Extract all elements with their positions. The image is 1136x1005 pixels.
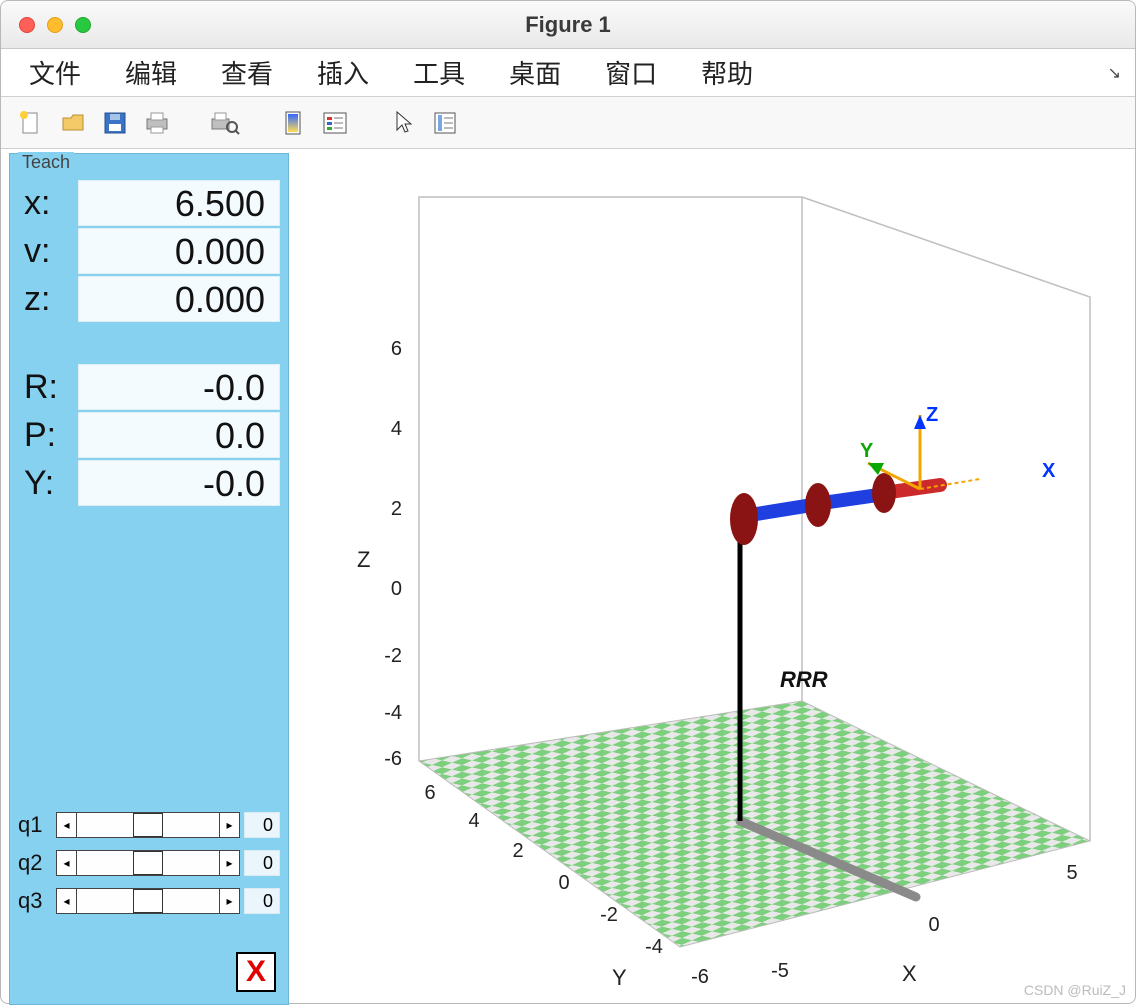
value-pitch: 0.0	[78, 412, 280, 458]
label-x: x:	[18, 184, 78, 223]
menu-window[interactable]: 窗口	[583, 52, 679, 93]
slider-value-q3: 0	[244, 888, 280, 914]
label-roll: R:	[18, 368, 78, 407]
new-file-icon[interactable]	[13, 105, 49, 141]
dock-arrow-icon[interactable]: ↘	[1108, 63, 1121, 83]
data-cursor-icon[interactable]	[427, 105, 463, 141]
minimize-icon[interactable]	[47, 17, 63, 33]
slider-label-q3: q3	[18, 888, 52, 914]
z-axis-label: Z	[357, 547, 370, 572]
slider-q2-dec-icon[interactable]: ◂	[57, 851, 77, 875]
menu-edit[interactable]: 编辑	[103, 52, 199, 93]
svg-text:-4: -4	[384, 702, 402, 724]
svg-text:-5: -5	[771, 960, 789, 982]
label-y: v:	[18, 232, 78, 271]
window-title: Figure 1	[1, 12, 1135, 38]
print-icon[interactable]	[139, 105, 175, 141]
svg-text:-6: -6	[384, 748, 402, 770]
svg-text:2: 2	[512, 840, 523, 862]
svg-text:0: 0	[558, 872, 569, 894]
slider-q2[interactable]: ◂ ▸	[56, 850, 240, 876]
zoom-icon[interactable]	[75, 17, 91, 33]
svg-text:Y: Y	[860, 440, 874, 462]
svg-text:2: 2	[391, 498, 402, 520]
menu-view[interactable]: 查看	[199, 52, 295, 93]
svg-text:4: 4	[468, 810, 479, 832]
svg-text:-2: -2	[600, 904, 618, 926]
pointer-icon[interactable]	[385, 105, 421, 141]
robot-name-label: RRR	[780, 667, 828, 692]
menu-tools[interactable]: 工具	[391, 52, 487, 93]
svg-text:Z: Z	[926, 404, 938, 426]
exit-button[interactable]: X	[236, 952, 276, 992]
save-file-icon[interactable]	[97, 105, 133, 141]
slider-q1-dec-icon[interactable]: ◂	[57, 813, 77, 837]
teach-panel: Teach x: 6.500 v: 0.000 z: 0.000 R: -0.0…	[9, 153, 289, 1005]
toolbar	[1, 97, 1135, 149]
menu-help[interactable]: 帮助	[679, 52, 775, 93]
slider-q2-thumb[interactable]	[133, 851, 163, 875]
slider-q2-inc-icon[interactable]: ▸	[219, 851, 239, 875]
teach-panel-title: Teach	[18, 152, 74, 173]
slider-q1-thumb[interactable]	[133, 813, 163, 837]
slider-label-q1: q1	[18, 812, 52, 838]
label-z: z:	[18, 280, 78, 319]
menu-file[interactable]: 文件	[7, 52, 103, 93]
slider-q1[interactable]: ◂ ▸	[56, 812, 240, 838]
slider-q3-dec-icon[interactable]: ◂	[57, 889, 77, 913]
slider-value-q1: 0	[244, 812, 280, 838]
slider-q3[interactable]: ◂ ▸	[56, 888, 240, 914]
close-icon[interactable]	[19, 17, 35, 33]
robot-3d-plot[interactable]: Z Y X RRR 6 4 2 0 -2 -4 -6 Z 6	[302, 157, 1122, 997]
svg-text:6: 6	[424, 782, 435, 804]
label-yaw: Y:	[18, 464, 78, 503]
svg-text:0: 0	[391, 578, 402, 600]
svg-text:-2: -2	[384, 645, 402, 667]
open-file-icon[interactable]	[55, 105, 91, 141]
value-yaw: -0.0	[78, 460, 280, 506]
joint-sliders: q1 ◂ ▸ 0 q2 ◂ ▸ 0 q3 ◂	[18, 812, 280, 926]
slider-q3-inc-icon[interactable]: ▸	[219, 889, 239, 913]
slider-value-q2: 0	[244, 850, 280, 876]
x-axis-label: X	[902, 961, 917, 986]
svg-text:-6: -6	[691, 966, 709, 988]
watermark: CSDN @RuiZ_J	[1024, 982, 1126, 998]
y-axis-label: Y	[612, 965, 627, 990]
slider-q1-inc-icon[interactable]: ▸	[219, 813, 239, 837]
z-axis-ticks: 6 4 2 0 -2 -4 -6	[384, 338, 402, 770]
slider-q3-thumb[interactable]	[133, 889, 163, 913]
menubar: 文件 编辑 查看 插入 工具 桌面 窗口 帮助 ↘	[1, 49, 1135, 97]
print-preview-icon[interactable]	[207, 105, 243, 141]
value-y: 0.000	[78, 228, 280, 274]
value-x: 6.500	[78, 180, 280, 226]
svg-text:X: X	[1042, 460, 1056, 482]
svg-text:0: 0	[928, 914, 939, 936]
label-pitch: P:	[18, 416, 78, 455]
menu-insert[interactable]: 插入	[295, 52, 391, 93]
svg-text:-4: -4	[645, 936, 663, 958]
value-roll: -0.0	[78, 364, 280, 410]
svg-text:5: 5	[1066, 862, 1077, 884]
svg-text:6: 6	[391, 338, 402, 360]
titlebar: Figure 1	[1, 1, 1135, 49]
slider-label-q2: q2	[18, 850, 52, 876]
insert-legend-icon[interactable]	[317, 105, 353, 141]
insert-colorbar-icon[interactable]	[275, 105, 311, 141]
menu-desktop[interactable]: 桌面	[487, 52, 583, 93]
value-z: 0.000	[78, 276, 280, 322]
svg-text:4: 4	[391, 418, 402, 440]
